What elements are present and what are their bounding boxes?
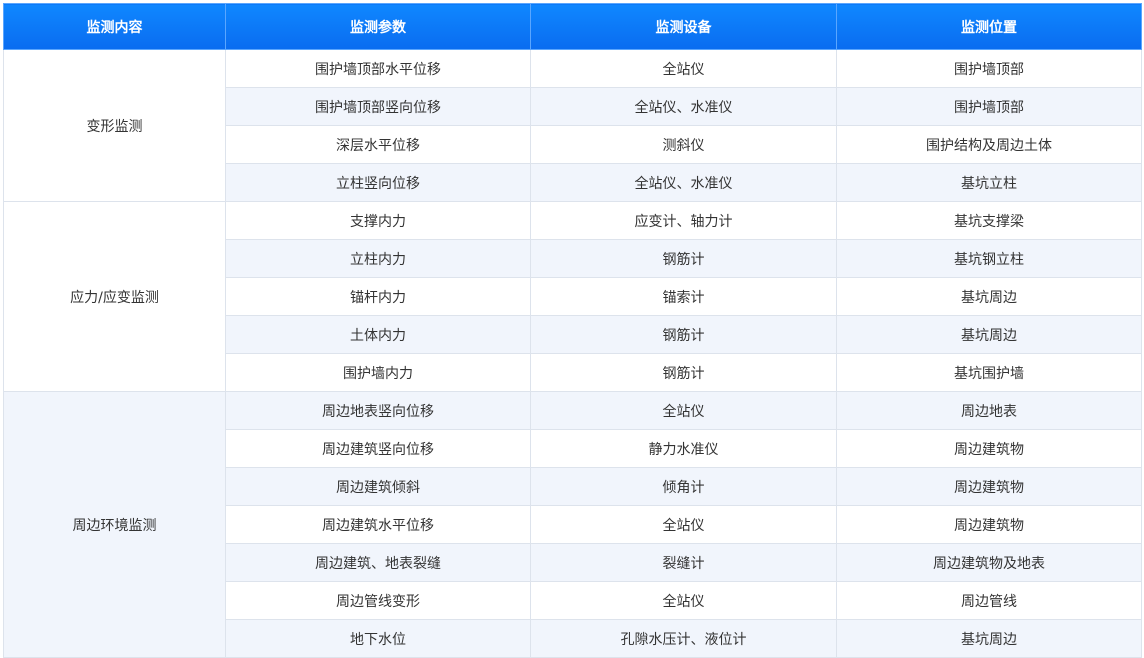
location-cell: 围护结构及周边土体 [836, 125, 1142, 164]
location-cell: 周边地表 [836, 391, 1142, 430]
parameter-cell: 周边建筑水平位移 [225, 505, 531, 544]
location-cell: 基坑周边 [836, 315, 1142, 354]
location-cell: 基坑周边 [836, 619, 1142, 658]
table-body: 变形监测 围护墙顶部水平位移 全站仪 围护墙顶部 围护墙顶部竖向位移 全站仪、水… [3, 49, 1142, 658]
equipment-cell: 孔隙水压计、液位计 [530, 619, 837, 658]
header-equipment: 监测设备 [530, 3, 837, 50]
equipment-cell: 全站仪 [530, 505, 837, 544]
header-parameter: 监测参数 [225, 3, 531, 50]
location-cell: 围护墙顶部 [836, 87, 1142, 126]
parameter-cell: 立柱内力 [225, 239, 531, 278]
equipment-cell: 全站仪 [530, 581, 837, 620]
table-row: 应力/应变监测 支撑内力 应变计、轴力计 基坑支撑梁 [3, 201, 1142, 392]
parameter-cell: 周边建筑、地表裂缝 [225, 543, 531, 582]
equipment-cell: 全站仪、水准仪 [530, 163, 837, 202]
equipment-cell: 静力水准仪 [530, 429, 837, 468]
location-cell: 围护墙顶部 [836, 49, 1142, 88]
parameter-cell: 围护墙顶部竖向位移 [225, 87, 531, 126]
equipment-cell: 全站仪 [530, 49, 837, 88]
location-cell: 周边建筑物及地表 [836, 543, 1142, 582]
location-cell: 周边建筑物 [836, 429, 1142, 468]
parameter-cell: 周边地表竖向位移 [225, 391, 531, 430]
header-row: 监测内容 监测参数 监测设备 监测位置 [3, 3, 1142, 50]
header-content: 监测内容 [3, 3, 226, 50]
parameter-cell: 地下水位 [225, 619, 531, 658]
equipment-cell: 测斜仪 [530, 125, 837, 164]
equipment-cell: 钢筋计 [530, 353, 837, 392]
table-row: 变形监测 围护墙顶部水平位移 全站仪 围护墙顶部 [3, 49, 1142, 202]
location-cell: 周边管线 [836, 581, 1142, 620]
parameter-cell: 立柱竖向位移 [225, 163, 531, 202]
table-header: 监测内容 监测参数 监测设备 监测位置 [3, 3, 1142, 50]
group-label: 周边环境监测 [3, 391, 226, 658]
parameter-cell: 周边建筑竖向位移 [225, 429, 531, 468]
parameter-cell: 周边建筑倾斜 [225, 467, 531, 506]
parameter-cell: 支撑内力 [225, 201, 531, 240]
equipment-cell: 应变计、轴力计 [530, 201, 837, 240]
header-location: 监测位置 [836, 3, 1142, 50]
table-row: 周边环境监测 周边地表竖向位移 全站仪 周边地表 [3, 391, 1142, 658]
location-cell: 周边建筑物 [836, 467, 1142, 506]
location-cell: 基坑立柱 [836, 163, 1142, 202]
equipment-cell: 倾角计 [530, 467, 837, 506]
group-label: 应力/应变监测 [3, 201, 226, 392]
parameter-cell: 土体内力 [225, 315, 531, 354]
parameter-cell: 围护墙顶部水平位移 [225, 49, 531, 88]
location-cell: 基坑围护墙 [836, 353, 1142, 392]
location-cell: 周边建筑物 [836, 505, 1142, 544]
equipment-cell: 全站仪 [530, 391, 837, 430]
location-cell: 基坑支撑梁 [836, 201, 1142, 240]
location-cell: 基坑周边 [836, 277, 1142, 316]
monitoring-table: 监测内容 监测参数 监测设备 监测位置 变形监测 围护墙顶部水平位移 全站仪 围… [3, 3, 1142, 658]
location-cell: 基坑钢立柱 [836, 239, 1142, 278]
equipment-cell: 全站仪、水准仪 [530, 87, 837, 126]
equipment-cell: 裂缝计 [530, 543, 837, 582]
equipment-cell: 钢筋计 [530, 239, 837, 278]
equipment-cell: 锚索计 [530, 277, 837, 316]
group-label: 变形监测 [3, 49, 226, 202]
equipment-cell: 钢筋计 [530, 315, 837, 354]
parameter-cell: 围护墙内力 [225, 353, 531, 392]
parameter-cell: 周边管线变形 [225, 581, 531, 620]
parameter-cell: 深层水平位移 [225, 125, 531, 164]
parameter-cell: 锚杆内力 [225, 277, 531, 316]
